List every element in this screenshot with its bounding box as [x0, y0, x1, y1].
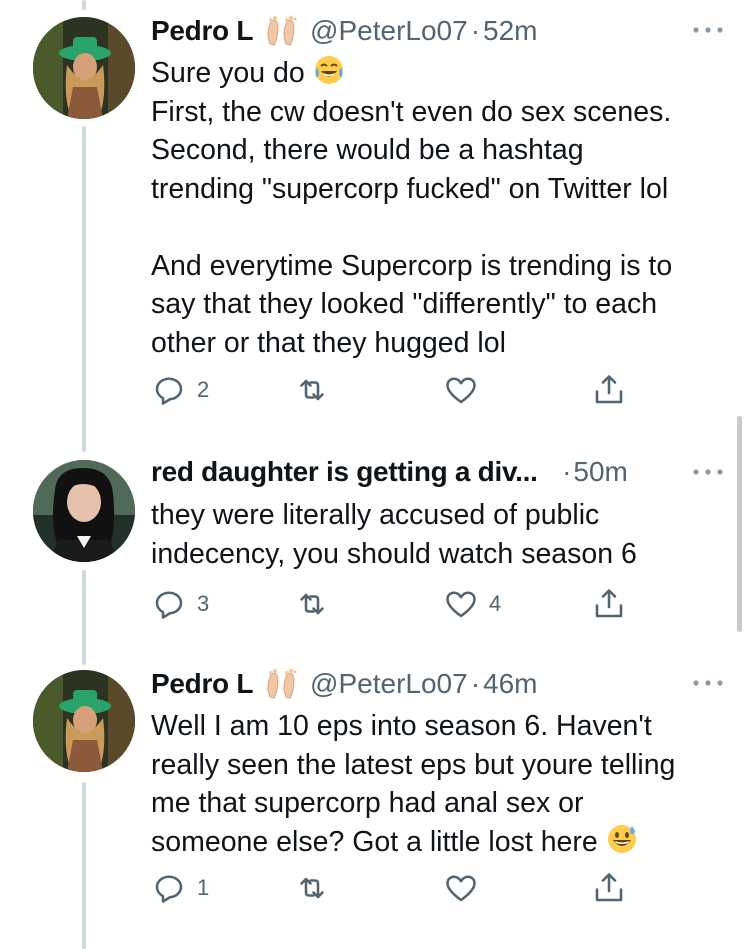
retweet-icon [300, 593, 324, 615]
tweet-line: And everytime Supercorp is trending is t… [151, 249, 673, 282]
separator-dot: · [470, 15, 481, 46]
reply-count: 1 [197, 875, 210, 900]
reply-button[interactable]: 3 [151, 584, 209, 624]
reply-count: 2 [197, 377, 210, 402]
feet-emoji-icon [264, 14, 302, 48]
retweet-button[interactable] [294, 584, 330, 624]
retweet-icon [300, 877, 324, 899]
more-options-icon[interactable] [688, 18, 728, 42]
thread-line-top [82, 0, 86, 10]
tears-of-joy-emoji-icon [313, 54, 345, 86]
tweet-actions: 2 [151, 370, 651, 410]
share-icon [595, 873, 623, 902]
thread-line-2 [82, 570, 86, 665]
thread-line-3 [82, 782, 86, 949]
like-button[interactable]: 4 [443, 584, 501, 624]
like-button[interactable] [443, 868, 479, 908]
reply-button[interactable]: 1 [151, 868, 209, 908]
separator-dot: · [470, 668, 481, 699]
tweet-line: First, the cw doesn't even do sex scenes… [151, 95, 672, 128]
grinning-sweat-emoji-icon [606, 823, 638, 855]
tweet-text: Sure you do First, the cw doesn't even d… [151, 54, 730, 362]
thread-line-1 [82, 126, 86, 452]
like-count: 4 [489, 591, 502, 616]
tweet-line: indecency, you should watch season 6 [151, 537, 637, 570]
share-icon [595, 375, 623, 404]
tweet-header: red daughter is getting a div... ·50m [151, 456, 730, 496]
tweet-line: other or that they hugged lol [151, 326, 506, 359]
tweet-line: they were literally accused of public [151, 499, 600, 531]
feet-emoji-icon [264, 667, 302, 701]
share-button[interactable] [591, 868, 627, 908]
display-name[interactable]: Pedro L [151, 15, 253, 46]
timestamp[interactable]: 50m [573, 456, 627, 487]
share-button[interactable] [591, 370, 627, 410]
tweet-line: someone else? Got a little lost here [151, 825, 606, 858]
avatar[interactable] [33, 17, 135, 119]
avatar[interactable] [33, 460, 135, 562]
tweet-line: me that supercorp had anal sex or [151, 787, 584, 819]
reply-icon [155, 377, 183, 405]
reply-icon [155, 591, 183, 619]
heart-icon [446, 377, 476, 404]
more-options-icon[interactable] [688, 671, 728, 695]
tweet-text: they were literally accused of public in… [151, 496, 730, 573]
tweet-actions: 1 [151, 868, 651, 908]
reply-button[interactable]: 2 [151, 370, 209, 410]
share-icon [595, 589, 623, 618]
retweet-button[interactable] [294, 370, 330, 410]
scrollbar[interactable] [737, 416, 742, 632]
like-button[interactable] [443, 370, 479, 410]
heart-icon [446, 875, 476, 902]
display-name[interactable]: Pedro L [151, 668, 253, 699]
reply-icon [155, 875, 183, 903]
avatar[interactable] [33, 670, 135, 772]
retweet-button[interactable] [294, 868, 330, 908]
handle[interactable]: @PeterLo07 [310, 15, 468, 46]
tweet-line: Second, there would be a hashtag [151, 134, 584, 166]
handle[interactable]: @PeterLo07 [310, 668, 468, 699]
tweet-header: Pedro L @PeterLo07 · 52m [151, 14, 730, 54]
tweet-line: really seen the latest eps but youre tel… [151, 748, 676, 781]
timestamp[interactable]: 52m [483, 15, 537, 46]
tweet-line: trending "supercorp fucked" on Twitter l… [151, 172, 669, 205]
tweet-actions: 3 4 [151, 584, 651, 624]
tweet-line: say that they looked "differently" to ea… [151, 288, 658, 320]
more-options-icon[interactable] [688, 460, 728, 484]
tweet-line: Sure you do [151, 57, 313, 89]
timestamp[interactable]: 46m [483, 668, 537, 699]
separator-dot: · [562, 456, 572, 487]
retweet-icon [300, 379, 324, 401]
tweet-text: Well I am 10 eps into season 6. Haven't … [151, 707, 730, 861]
heart-icon [446, 591, 476, 618]
reply-count: 3 [197, 591, 210, 616]
share-button[interactable] [591, 584, 627, 624]
tweet-line: Well I am 10 eps into season 6. Haven't [151, 710, 652, 742]
display-name[interactable]: red daughter is getting a div... [151, 456, 538, 487]
tweet-header: Pedro L @PeterLo07 · 46m [151, 667, 730, 707]
